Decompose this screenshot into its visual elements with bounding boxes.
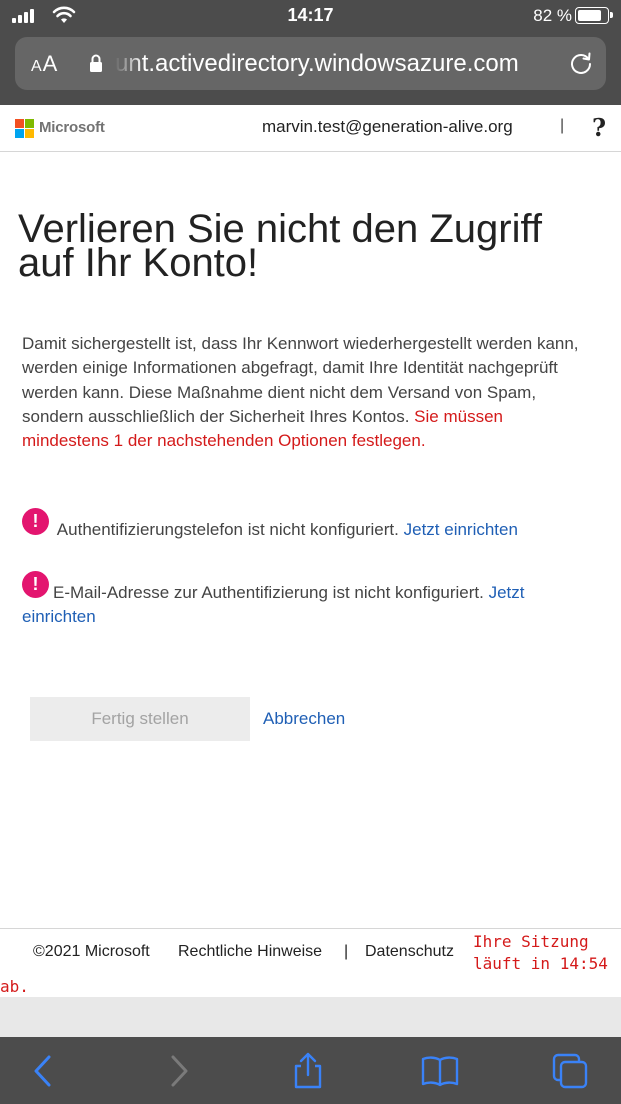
cancel-link[interactable]: Abbrechen: [263, 709, 345, 729]
footer-divider: [0, 928, 621, 929]
page-title: Verlieren Sie nicht den Zugriff auf Ihr …: [18, 207, 543, 285]
warning-icon: !: [22, 508, 49, 535]
page-bottom-band: [0, 997, 621, 1037]
warning-phone: ! Authentifizierungstelefon ist nicht ko…: [22, 508, 592, 542]
footer-separator: |: [344, 943, 349, 960]
url-text[interactable]: unt.activedirectory.windowsazure.com: [115, 50, 561, 78]
safari-toolbar: [0, 1037, 621, 1104]
session-timer-line2: läuft in 14:54: [473, 954, 608, 973]
session-timer-line3: ab.: [0, 977, 29, 996]
share-icon[interactable]: [288, 1051, 328, 1091]
legal-link[interactable]: Rechtliche Hinweise: [178, 943, 322, 961]
session-timer-line1: Ihre Sitzung: [473, 932, 589, 951]
account-name[interactable]: marvin.test@generation-alive.org: [262, 117, 513, 137]
brand-name: Microsoft: [39, 119, 105, 136]
battery-percent: 82 %: [533, 6, 572, 25]
microsoft-logo: [15, 119, 35, 139]
setup-phone-link[interactable]: Jetzt einrichten: [404, 520, 518, 539]
site-header: Microsoft marvin.test@generation-alive.o…: [0, 105, 621, 152]
warning-email-text: E-Mail-Adresse zur Authentifizierung ist…: [53, 583, 484, 602]
warning-email: ! E-Mail-Adresse zur Authentifizierung is…: [22, 571, 592, 629]
header-separator: |: [560, 117, 565, 134]
privacy-link[interactable]: Datenschutz: [365, 943, 454, 961]
ios-top-chrome: 14:17 82 % AA unt.activedirectory.window…: [0, 0, 621, 105]
status-time: 14:17: [287, 5, 334, 25]
lock-icon: [90, 54, 102, 72]
finish-button[interactable]: Fertig stellen: [30, 697, 250, 741]
copyright: ©2021 Microsoft: [33, 943, 150, 960]
warning-phone-text: Authentifizierungstelefon ist nicht konf…: [56, 520, 399, 539]
status-bar: 14:17 82 %: [0, 0, 621, 32]
text-size-button[interactable]: AA: [31, 51, 58, 77]
forward-icon[interactable]: [158, 1051, 198, 1091]
intro-text: Damit sichergestellt ist, dass Ihr Kennw…: [22, 332, 582, 453]
battery-fill: [578, 10, 601, 21]
bookmarks-icon[interactable]: [420, 1051, 460, 1091]
back-icon[interactable]: [24, 1051, 64, 1091]
battery-icon: [575, 7, 613, 24]
tabs-icon[interactable]: [550, 1051, 590, 1091]
help-button[interactable]: ?: [592, 113, 606, 142]
address-bar[interactable]: AA unt.activedirectory.windowsazure.com: [15, 37, 606, 90]
reload-icon[interactable]: [568, 50, 594, 76]
warning-icon: !: [22, 571, 49, 598]
